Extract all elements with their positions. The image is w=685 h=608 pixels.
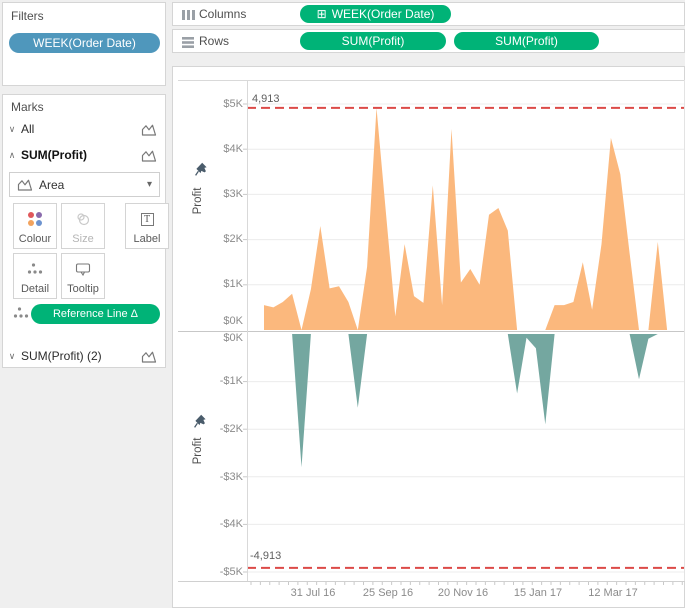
colour-button[interactable]: Colour bbox=[13, 203, 57, 249]
reference-line-pill-label: Reference Line Δ bbox=[53, 308, 138, 320]
marks-title: Marks bbox=[11, 100, 44, 114]
label-button-label: Label bbox=[134, 233, 161, 245]
chevron-down-icon[interactable]: ∨ bbox=[3, 124, 21, 135]
label-icon: T bbox=[126, 210, 168, 228]
area-chart-icon bbox=[141, 149, 157, 162]
tooltip-icon bbox=[62, 260, 104, 278]
reference-line-value-label: -4,913 bbox=[250, 550, 281, 562]
columns-pill-week-order-date[interactable]: ⊞ WEEK(Order Date) bbox=[300, 5, 451, 23]
y-tick: $4K bbox=[205, 142, 243, 156]
area-chart-icon bbox=[141, 123, 157, 136]
area-mark-positive-profit[interactable] bbox=[264, 108, 667, 330]
x-tick: 25 Sep 16 bbox=[353, 586, 423, 600]
marks-section-sum-profit-2[interactable]: ∨ SUM(Profit) (2) bbox=[3, 344, 165, 368]
chart-card: Profit $5K $4K $3K $2K $1K $0K 4,913 Pro… bbox=[172, 66, 685, 608]
tooltip-button-label: Tooltip bbox=[67, 283, 99, 295]
marks-card: Marks ∨ All ∧ SUM(Profit) Area ▾ bbox=[2, 94, 166, 368]
detail-button-label: Detail bbox=[21, 283, 49, 295]
reference-line-pill[interactable]: Reference Line Δ bbox=[31, 304, 160, 324]
marks-section-sum-profit[interactable]: ∧ SUM(Profit) bbox=[3, 143, 165, 167]
size-button[interactable]: Size bbox=[61, 203, 105, 249]
tooltip-button[interactable]: Tooltip bbox=[61, 253, 105, 299]
chevron-down-icon[interactable]: ▾ bbox=[147, 179, 152, 190]
y-tick: -$5K bbox=[205, 565, 243, 579]
filters-card: Filters WEEK(Order Date) bbox=[2, 2, 166, 86]
x-tick: 15 Jan 17 bbox=[503, 586, 573, 600]
rows-pill-2-label: SUM(Profit) bbox=[495, 34, 558, 48]
bottom-axis-title: Profit bbox=[192, 429, 206, 473]
marks-all-label: All bbox=[21, 122, 141, 136]
area-chart-icon bbox=[17, 178, 33, 191]
label-button[interactable]: T Label bbox=[125, 203, 169, 249]
rows-shelf-label: Rows bbox=[199, 34, 229, 48]
rows-icon bbox=[182, 37, 194, 48]
columns-shelf[interactable]: Columns ⊞ WEEK(Order Date) bbox=[172, 2, 685, 26]
mark-type-value: Area bbox=[39, 178, 64, 192]
expand-plus-icon[interactable]: ⊞ bbox=[317, 8, 327, 20]
columns-icon bbox=[182, 10, 195, 20]
columns-shelf-label: Columns bbox=[199, 7, 246, 21]
x-tick: 20 Nov 16 bbox=[428, 586, 498, 600]
filters-title: Filters bbox=[11, 9, 44, 23]
colour-button-label: Colour bbox=[19, 233, 51, 245]
x-tick: 12 Mar 17 bbox=[578, 586, 648, 600]
y-tick: -$2K bbox=[205, 422, 243, 436]
rows-pill-sum-profit-2[interactable]: SUM(Profit) bbox=[454, 32, 599, 50]
pin-icon[interactable] bbox=[195, 162, 208, 176]
y-tick: $2K bbox=[205, 232, 243, 246]
x-tick: 31 Jul 16 bbox=[278, 586, 348, 600]
colour-icon bbox=[14, 210, 56, 228]
detail-button[interactable]: Detail bbox=[13, 253, 57, 299]
y-tick: $0K bbox=[205, 331, 243, 345]
y-tick: $1K bbox=[205, 277, 243, 291]
y-tick: $5K bbox=[205, 97, 243, 111]
area-chart-icon bbox=[141, 350, 157, 363]
y-tick: -$3K bbox=[205, 470, 243, 484]
columns-pill-label: WEEK(Order Date) bbox=[332, 7, 435, 21]
marks-section-all[interactable]: ∨ All bbox=[3, 117, 165, 141]
chevron-up-icon[interactable]: ∧ bbox=[3, 150, 21, 161]
detail-dots-icon bbox=[13, 306, 29, 320]
chevron-down-icon[interactable]: ∨ bbox=[3, 351, 21, 362]
top-axis-title: Profit bbox=[192, 179, 206, 223]
size-button-label: Size bbox=[72, 233, 93, 245]
mark-type-dropdown[interactable]: Area ▾ bbox=[9, 172, 160, 197]
area-mark-negative-profit[interactable] bbox=[264, 334, 667, 467]
tableau-workspace: Filters WEEK(Order Date) Marks ∨ All ∧ S… bbox=[0, 0, 685, 608]
reference-line-value-label: 4,913 bbox=[252, 93, 280, 105]
y-tick: $0K bbox=[205, 314, 243, 328]
rows-pill-sum-profit-1[interactable]: SUM(Profit) bbox=[300, 32, 446, 50]
detail-dots-icon bbox=[14, 260, 56, 278]
rows-pill-1-label: SUM(Profit) bbox=[342, 34, 405, 48]
y-tick: -$4K bbox=[205, 517, 243, 531]
y-tick: $3K bbox=[205, 187, 243, 201]
filter-pill-label: WEEK(Order Date) bbox=[33, 36, 136, 50]
filter-pill-week-order-date[interactable]: WEEK(Order Date) bbox=[9, 33, 160, 53]
marks-sum-profit-label: SUM(Profit) bbox=[21, 148, 141, 162]
profit-area-chart[interactable] bbox=[173, 67, 685, 608]
rows-shelf[interactable]: Rows SUM(Profit) SUM(Profit) bbox=[172, 29, 685, 53]
y-tick: -$1K bbox=[205, 374, 243, 388]
marks-sum-profit-2-label: SUM(Profit) (2) bbox=[21, 349, 141, 363]
size-icon bbox=[62, 210, 104, 228]
